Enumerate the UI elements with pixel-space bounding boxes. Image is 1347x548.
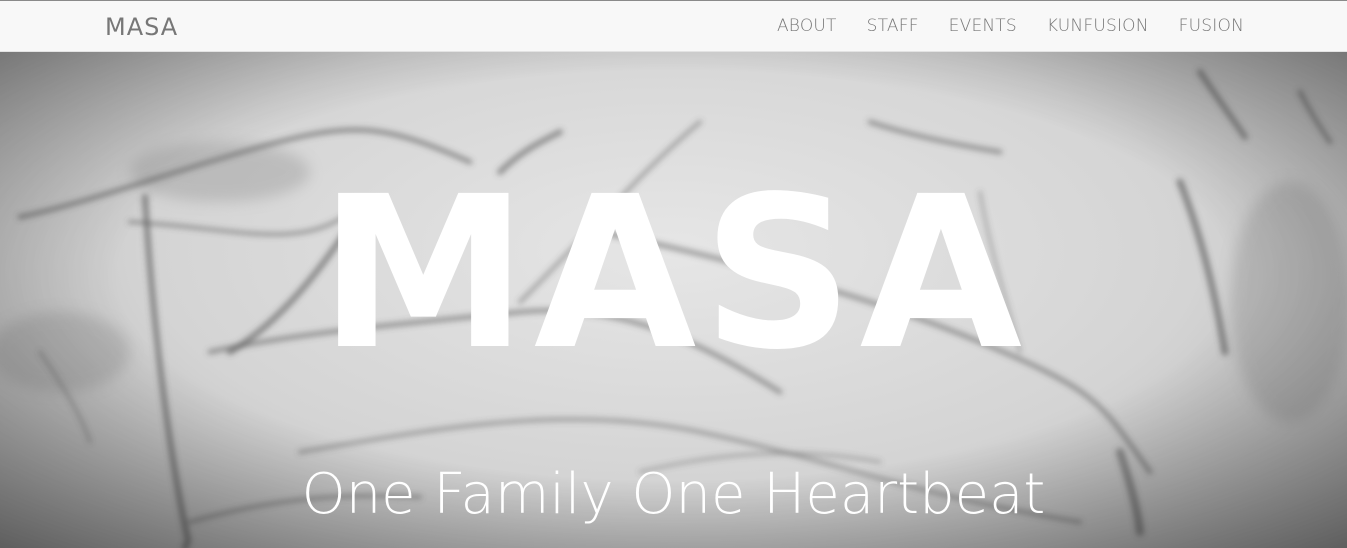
nav-link-staff[interactable]: STAFF [867, 16, 919, 36]
nav-item-about: ABOUT [777, 16, 837, 36]
hero-section: MASA One Family One Heartbeat [0, 52, 1347, 548]
nav-link-kunfusion[interactable]: KUNFUSION [1047, 16, 1149, 36]
nav-menu: ABOUT STAFF EVENTS KUNFUSION FUSION [747, 1, 1244, 51]
nav-link-about[interactable]: ABOUT [777, 16, 837, 36]
hero-subtitle: One Family One Heartbeat [301, 462, 1046, 527]
navbar: MASA ABOUT STAFF EVENTS KUNFUSION FUSION [0, 0, 1347, 52]
brand-logo-link[interactable]: MASA [105, 13, 178, 41]
nav-link-fusion[interactable]: FUSION [1179, 16, 1244, 36]
nav-item-events: EVENTS [949, 16, 1017, 36]
page: MASA ABOUT STAFF EVENTS KUNFUSION FUSION [0, 0, 1347, 548]
nav-item-fusion: FUSION [1179, 16, 1244, 36]
hero-title: MASA [318, 151, 1029, 396]
nav-link-events[interactable]: EVENTS [949, 16, 1017, 36]
nav-item-staff: STAFF [867, 16, 919, 36]
nav-item-kunfusion: KUNFUSION [1047, 16, 1149, 36]
